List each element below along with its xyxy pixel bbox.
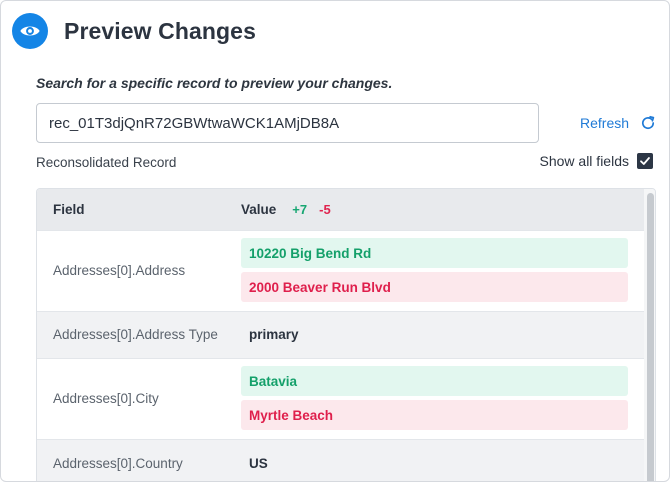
field-name: Addresses[0].Address [53,263,186,278]
show-all-fields-checkbox[interactable] [637,153,653,169]
reconsolidated-record-label: Reconsolidated Record [36,155,177,170]
removed-count-badge: -5 [319,202,331,217]
table-row: Addresses[0].Country US [37,439,644,481]
field-name: Addresses[0].Country [53,456,183,471]
refresh-label: Refresh [580,115,630,131]
page-title: Preview Changes [64,17,256,44]
field-name: Addresses[0].Address Type [53,327,218,342]
added-value: Batavia [241,366,628,396]
show-all-fields-label: Show all fields [539,153,630,169]
column-header-value-label: Value [241,202,277,217]
table-row: Addresses[0].City Batavia Myrtle Beach [37,358,644,439]
scrollbar-thumb[interactable] [647,193,654,481]
removed-value: Myrtle Beach [241,400,628,430]
table-row: Addresses[0].Address Type primary [37,311,644,358]
added-count-badge: +7 [292,202,308,217]
column-header-field: Field [53,202,85,217]
table-header: Field Value +7 -5 [37,189,644,230]
eye-icon [12,13,48,49]
show-all-fields-toggle[interactable]: Show all fields [539,153,653,169]
refresh-icon [640,115,656,131]
field-value: US [249,456,268,471]
field-name: Addresses[0].City [53,391,159,406]
checkmark-icon [640,157,650,165]
preview-changes-panel: Preview Changes Search for a specific re… [0,0,670,482]
table-scrollbar[interactable] [644,189,655,481]
record-search-input[interactable] [36,103,539,143]
panel-header: Preview Changes [12,13,256,49]
table-row: Addresses[0].Address 10220 Big Bend Rd 2… [37,230,644,311]
added-value: 10220 Big Bend Rd [241,238,628,268]
refresh-button[interactable]: Refresh [580,115,656,131]
preview-table: Field Value +7 -5 Addresses[0].Address 1… [36,188,656,481]
removed-value: 2000 Beaver Run Blvd [241,272,628,302]
column-header-value: Value +7 -5 [241,202,331,217]
field-value: primary [249,327,299,342]
search-instruction: Search for a specific record to preview … [36,75,393,91]
